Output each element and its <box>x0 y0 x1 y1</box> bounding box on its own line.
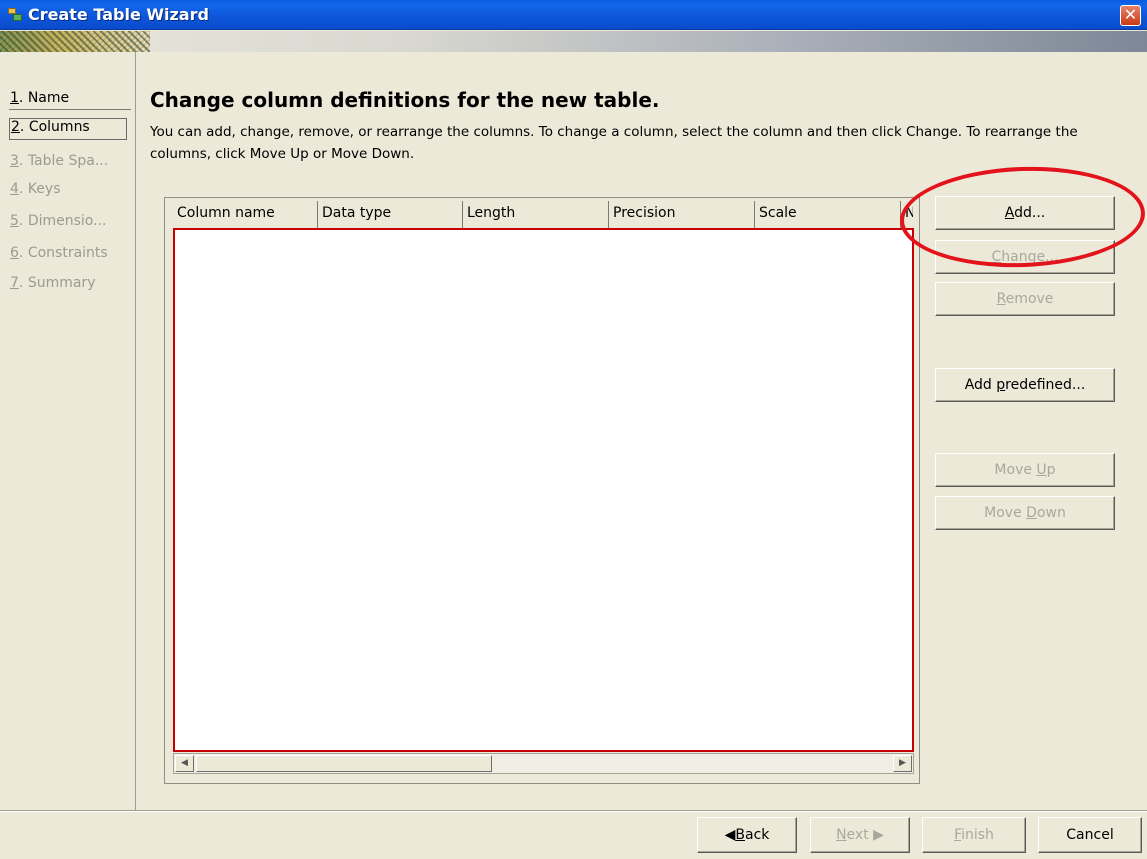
scroll-thumb[interactable] <box>196 755 492 772</box>
add-predefined-button[interactable]: Add predefined... <box>935 368 1115 402</box>
column-header-nullable[interactable]: N <box>901 201 913 228</box>
step-divider <box>9 109 131 110</box>
scroll-right-icon[interactable]: ▶ <box>893 755 912 772</box>
table-header: Column name Data type Length Precision S… <box>173 201 913 228</box>
page-description: You can add, change, remove, or rearrang… <box>150 124 1078 162</box>
banner-graphic <box>0 31 150 52</box>
next-button[interactable]: Next ▶ <box>810 817 910 853</box>
page-title: Change column definitions for the new ta… <box>150 88 660 112</box>
footer-divider-highlight <box>0 811 1147 812</box>
column-header-column-name[interactable]: Column name <box>173 201 318 228</box>
step-keys: 4. Keys <box>10 181 61 197</box>
column-header-data-type[interactable]: Data type <box>318 201 463 228</box>
table-body[interactable] <box>173 228 914 752</box>
move-up-button[interactable]: Move Up <box>935 453 1115 487</box>
close-button[interactable]: ✕ <box>1120 5 1141 26</box>
scroll-left-icon[interactable]: ◀ <box>175 755 194 772</box>
title-bar[interactable]: Create Table Wizard ✕ <box>0 0 1147 30</box>
wizard-step-nav: 1. Name 2. Columns 3. Table Spa... 4. Ke… <box>0 52 136 810</box>
remove-button[interactable]: Remove <box>935 282 1115 316</box>
step-dimensions: 5. Dimensio... <box>10 213 107 229</box>
cancel-button[interactable]: Cancel <box>1038 817 1142 853</box>
horizontal-scrollbar[interactable]: ◀ ▶ <box>173 753 914 774</box>
add-button[interactable]: Add... <box>935 196 1115 230</box>
column-header-length[interactable]: Length <box>463 201 609 228</box>
back-arrow-icon: ◀ <box>724 827 736 843</box>
back-button[interactable]: ◀Back <box>697 817 797 853</box>
step-columns[interactable]: 2. Columns <box>9 118 127 140</box>
move-down-button[interactable]: Move Down <box>935 496 1115 530</box>
change-button[interactable]: Change... <box>935 240 1115 274</box>
step-summary: 7. Summary <box>10 275 96 291</box>
column-header-scale[interactable]: Scale <box>755 201 901 228</box>
wizard-banner <box>0 31 1147 52</box>
step-table-spaces: 3. Table Spa... <box>10 153 109 169</box>
finish-button[interactable]: Finish <box>922 817 1026 853</box>
create-table-wizard-window: Create Table Wizard ✕ 1. Name 2. Columns… <box>0 0 1147 859</box>
wizard-app-icon <box>8 8 22 22</box>
step-constraints: 6. Constraints <box>10 245 108 261</box>
columns-table: Column name Data type Length Precision S… <box>164 197 920 784</box>
column-header-precision[interactable]: Precision <box>609 201 755 228</box>
next-arrow-icon: ▶ <box>873 827 884 843</box>
window-title: Create Table Wizard <box>28 5 209 24</box>
